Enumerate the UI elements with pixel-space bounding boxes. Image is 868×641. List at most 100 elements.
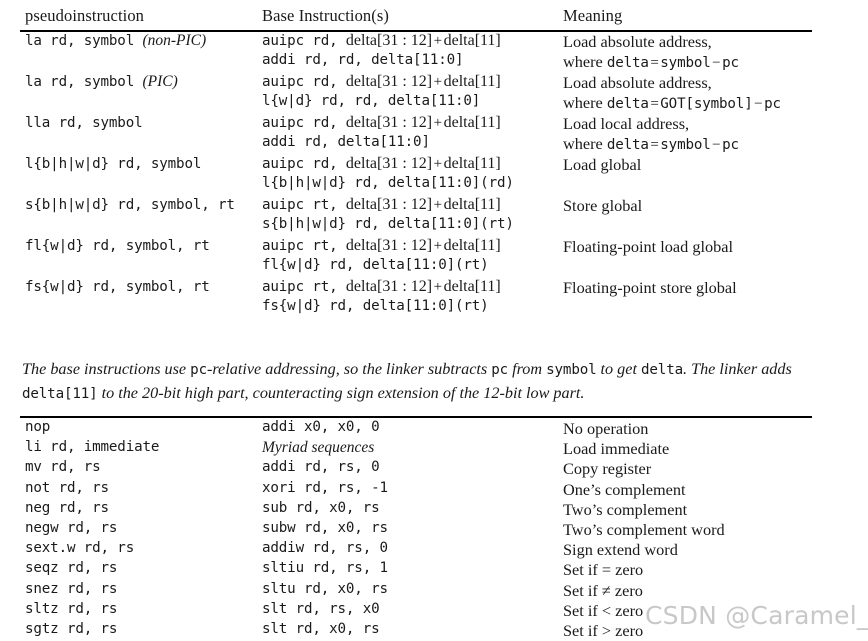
- pseudoinstruction-table-top: pseudoinstruction Base Instruction(s) Me…: [0, 0, 868, 317]
- cell-pseudoinstruction: snez rd, rs: [25, 580, 118, 597]
- meaning-source-symbol: symbol: [660, 55, 711, 71]
- base-instruction-line-1: auipc rd, delta[31 : 12] +delta[11]: [262, 155, 501, 173]
- cell-meaning: Load local address, where delta = symbol − pc: [563, 114, 739, 153]
- base-instruction-line-1: auipc rd, delta[31 : 12] +delta[11]: [262, 32, 501, 50]
- base-instr-opcode: auipc rt,: [262, 238, 346, 254]
- cell-base-instructions: addi x0, x0, 0: [262, 419, 380, 435]
- cell-pseudoinstruction: sext.w rd, rs: [25, 540, 135, 557]
- cell-pseudoinstruction: la rd, symbol (non-PIC): [25, 32, 206, 50]
- base-instr-carry-bit: delta[11]: [443, 196, 501, 213]
- cell-pseudoinstruction: lla rd, symbol: [25, 114, 143, 132]
- cell-pseudoinstruction: not rd, rs: [25, 479, 109, 496]
- cell-base-instructions: auipc rt, delta[31 : 12] +delta[11] fs{w|d…: [262, 278, 501, 314]
- meaning-where-label: where: [563, 52, 607, 71]
- meaning-equals-operator: =: [650, 96, 659, 112]
- cell-base-instructions: xori rd, rs, -1: [262, 479, 388, 496]
- note-seg-5: . The linker adds: [682, 360, 792, 378]
- cell-base-instructions: addi rd, rs, 0: [262, 459, 380, 476]
- base-instr-plus-operator: +: [433, 197, 443, 213]
- meaning-pc-symbol: pc: [722, 137, 739, 153]
- cell-meaning: Copy register: [563, 459, 652, 479]
- cell-meaning: Load global: [563, 155, 641, 175]
- csdn-watermark: CSDN @Caramel_biscuit: [645, 601, 868, 630]
- col-header-pseudoinstruction: pseudoinstruction: [25, 6, 145, 25]
- meaning-equals-operator: =: [650, 137, 659, 153]
- base-instr-high-bits: delta[31 : 12]: [345, 237, 433, 254]
- note-paragraph: The base instructions use pc-relative ad…: [22, 358, 822, 406]
- table-row: seqz rd, rs sltiu rd, rs, 1 Set if = zero: [0, 560, 868, 580]
- meaning-minus-operator: −: [712, 55, 721, 71]
- base-instruction-line-1: auipc rt, delta[31 : 12] +delta[11]: [262, 237, 501, 255]
- cell-meaning: Set if < zero: [563, 600, 644, 620]
- table-row: sext.w rd, rs addiw rd, rs, 0 Sign extend …: [0, 540, 868, 560]
- cell-base-instructions: auipc rt, delta[31 : 12] +delta[11] fl{w|d…: [262, 237, 501, 273]
- table-row: fl{w|d} rd, symbol, rt auipc rt, delta[31…: [0, 235, 868, 276]
- table-row: fs{w|d} rd, symbol, rt auipc rt, delta[31…: [0, 276, 868, 317]
- cell-base-instructions: sltu rd, x0, rs: [262, 580, 388, 597]
- pseudoinstruction-mnemonic: la rd, symbol: [25, 33, 143, 49]
- cell-base-instructions: subw rd, x0, rs: [262, 519, 388, 536]
- pseudoinstruction-mnemonic: l{b|h|w|d} rd, symbol: [25, 156, 202, 172]
- base-instr-high-bits: delta[31 : 12]: [345, 155, 433, 172]
- mid-section-rule: [20, 416, 812, 418]
- meaning-where-label: where: [563, 93, 607, 112]
- table-row: l{b|h|w|d} rd, symbol auipc rd, delta[31 …: [0, 153, 868, 194]
- cell-meaning: Load immediate: [563, 439, 670, 459]
- base-instr-opcode: auipc rt,: [262, 197, 346, 213]
- base-instr-opcode: auipc rd,: [262, 156, 346, 172]
- meaning-line-1: Load absolute address,: [563, 73, 712, 92]
- meaning-line-1: Load global: [563, 155, 642, 174]
- base-instr-carry-bit: delta[11]: [443, 237, 501, 254]
- base-instr-carry-bit: delta[11]: [443, 278, 501, 295]
- cell-base-instructions: auipc rt, delta[31 : 12] +delta[11] s{b|h|…: [262, 196, 514, 232]
- note-seg-1: The base instructions use: [22, 360, 191, 378]
- cell-meaning: Two’s complement word: [563, 519, 725, 539]
- base-instr-high-bits: delta[31 : 12]: [345, 73, 433, 90]
- base-instr-high-bits: delta[31 : 12]: [345, 278, 433, 295]
- cell-meaning: Load absolute address, where delta = symbol…: [563, 32, 739, 71]
- meaning-minus-operator: −: [754, 96, 763, 112]
- cell-meaning: Two’s complement: [563, 499, 688, 519]
- base-instruction-line-2: addi rd, delta[11:0]: [262, 134, 430, 150]
- base-instr-high-bits: delta[31 : 12]: [345, 114, 433, 131]
- pseudoinstruction-mnemonic: s{b|h|w|d} rd, symbol, rt: [25, 197, 235, 213]
- base-instr-carry-bit: delta[11]: [443, 155, 501, 172]
- cell-pseudoinstruction: fl{w|d} rd, symbol, rt: [25, 237, 210, 255]
- table-row: snez rd, rs sltu rd, x0, rs Set if ≠ zero: [0, 581, 868, 601]
- base-instr-plus-operator: +: [433, 74, 443, 90]
- note-mono-delta: delta: [641, 362, 683, 378]
- note-mono-delta11: delta[11]: [22, 386, 98, 402]
- cell-pseudoinstruction: fs{w|d} rd, symbol, rt: [25, 278, 210, 296]
- base-instr-high-bits: delta[31 : 12]: [345, 32, 433, 49]
- cell-pseudoinstruction: sgtz rd, rs: [25, 620, 118, 637]
- cell-meaning: Sign extend word: [563, 540, 678, 560]
- table-row: s{b|h|w|d} rd, symbol, rt auipc rt, delta…: [0, 194, 868, 235]
- meaning-delta-symbol: delta: [606, 137, 649, 153]
- meaning-line-1: Load local address,: [563, 114, 690, 133]
- pseudoinstruction-mnemonic: fl{w|d} rd, symbol, rt: [25, 238, 210, 254]
- col-header-base-instructions: Base Instruction(s): [262, 6, 389, 25]
- base-instruction-line-2: addi rd, rd, delta[11:0]: [262, 52, 464, 68]
- base-instr-opcode: auipc rd,: [262, 33, 346, 49]
- pseudoinstruction-mnemonic: la rd, symbol: [25, 74, 143, 90]
- base-instr-carry-bit: delta[11]: [443, 32, 501, 49]
- base-instr-plus-operator: +: [433, 238, 443, 254]
- cell-base-instructions: sub rd, x0, rs: [262, 499, 380, 516]
- meaning-where-label: where: [563, 134, 607, 153]
- cell-base-instructions: Myriad sequences: [262, 439, 375, 457]
- meaning-delta-symbol: delta: [606, 96, 649, 112]
- pseudoinstruction-mnemonic: lla rd, symbol: [25, 115, 143, 131]
- meaning-pc-symbol: pc: [722, 55, 739, 71]
- meaning-minus-operator: −: [712, 137, 721, 153]
- cell-pseudoinstruction: l{b|h|w|d} rd, symbol: [25, 155, 201, 173]
- cell-base-instructions: slt rd, rs, x0: [262, 600, 380, 617]
- cell-meaning: Set if ≠ zero: [563, 580, 643, 600]
- cell-meaning: Set if > zero: [563, 620, 644, 640]
- cell-pseudoinstruction: neg rd, rs: [25, 499, 109, 516]
- note-mono-symbol: symbol: [546, 362, 597, 378]
- table-row: lla rd, symbol auipc rd, delta[31 : 12] +d…: [0, 112, 868, 153]
- cell-base-instructions: auipc rd, delta[31 : 12] +delta[11] l{b|h|…: [262, 155, 514, 191]
- meaning-delta-symbol: delta: [606, 55, 649, 71]
- cell-base-instructions: auipc rd, delta[31 : 12] +delta[11] addi r…: [262, 32, 501, 68]
- cell-pseudoinstruction: li rd, immediate: [25, 439, 160, 456]
